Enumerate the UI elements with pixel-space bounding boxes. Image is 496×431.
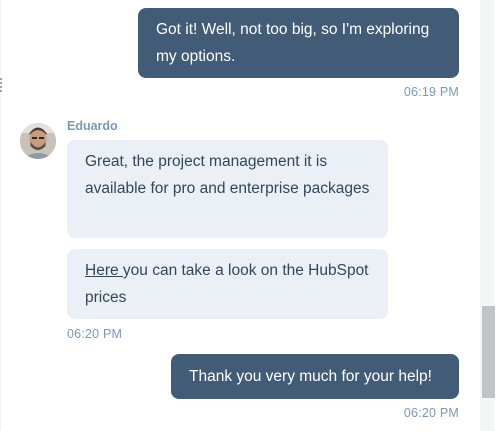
message-text: Got it! Well, not too big, so I'm explor… <box>156 21 430 65</box>
sender-name: Eduardo <box>67 119 118 133</box>
message-text: you can take a look on the HubSpot price… <box>85 262 369 306</box>
agent-avatar-image <box>20 123 56 159</box>
chat-thread: Got it! Well, not too big, so I'm explor… <box>0 0 496 431</box>
hubspot-prices-link[interactable]: Here <box>85 262 123 279</box>
incoming-message-bubble: Here you can take a look on the HubSpot … <box>67 249 388 319</box>
message-text: Thank you very much for your help! <box>189 368 432 385</box>
message-text: Great, the project management it is avai… <box>85 153 370 197</box>
outgoing-message-bubble: Got it! Well, not too big, so I'm explor… <box>138 8 459 78</box>
scrollbar-thumb[interactable] <box>482 306 495 398</box>
panel-edge <box>0 0 1 431</box>
message-timestamp: 06:19 PM <box>403 85 459 99</box>
resize-handle[interactable] <box>0 78 4 92</box>
avatar <box>20 123 56 159</box>
message-timestamp: 06:20 PM <box>403 406 459 420</box>
outgoing-message-bubble: Thank you very much for your help! <box>171 354 459 399</box>
message-timestamp: 06:20 PM <box>67 327 123 341</box>
incoming-message-bubble: Great, the project management it is avai… <box>67 140 388 238</box>
